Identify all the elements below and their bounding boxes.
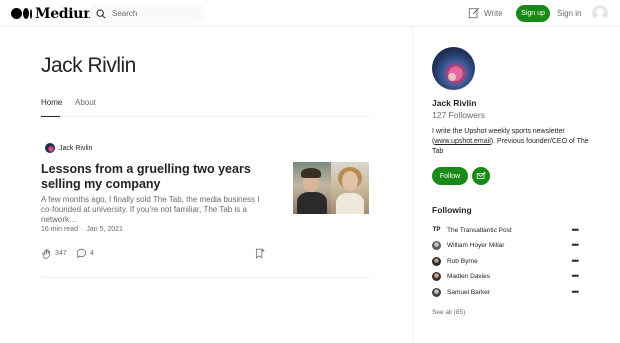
- bio-link[interactable]: www.upshot.email: [434, 138, 490, 145]
- user-avatar-icon[interactable]: [592, 5, 608, 21]
- post-thumbnail-right[interactable]: [331, 162, 369, 214]
- see-all-following-link[interactable]: See all (85): [432, 309, 465, 316]
- post-divider: [41, 277, 372, 278]
- sidebar-divider: [412, 27, 413, 343]
- page-title: Jack Rivlin: [41, 54, 136, 77]
- more-icon[interactable]: •••: [572, 257, 580, 266]
- more-icon[interactable]: •••: [572, 288, 580, 297]
- search-box[interactable]: [89, 4, 205, 23]
- response-count: 4: [90, 250, 94, 257]
- followers-count[interactable]: 127 Followers: [432, 110, 485, 120]
- more-icon[interactable]: •••: [572, 272, 580, 281]
- post-thumbnail-left[interactable]: [293, 162, 331, 214]
- subscribe-mail-icon: [476, 171, 486, 179]
- following-name: The Transatlantic Post: [447, 226, 512, 234]
- following-avatar: [432, 240, 441, 250]
- meta-separator: ·: [80, 226, 84, 233]
- search-input[interactable]: [112, 9, 202, 18]
- following-avatar: [432, 271, 441, 281]
- more-icon[interactable]: •••: [572, 226, 580, 235]
- following-avatar: TP: [432, 227, 441, 233]
- bookmark-icon: [255, 248, 265, 259]
- following-item[interactable]: Rob Byrne •••: [432, 256, 580, 266]
- author-avatar: [45, 143, 55, 153]
- following-name: William Hoyer Millar: [447, 241, 505, 249]
- tab-about[interactable]: About: [75, 98, 96, 107]
- following-avatar: [432, 287, 441, 297]
- active-tab-indicator: [41, 116, 60, 117]
- tab-home[interactable]: Home: [41, 98, 62, 107]
- following-name: Madlen Davies: [447, 272, 490, 280]
- following-item[interactable]: William Hoyer Millar •••: [432, 240, 580, 250]
- following-item[interactable]: Samuel Barker •••: [432, 287, 580, 297]
- post-title[interactable]: Lessons from a gruelling two years selli…: [41, 162, 281, 192]
- clap-icon: [42, 249, 51, 259]
- write-icon: [468, 7, 480, 19]
- more-icon[interactable]: •••: [572, 241, 580, 250]
- read-time: 16 min read: [41, 226, 78, 233]
- subscribe-button[interactable]: [472, 167, 490, 185]
- following-item[interactable]: TP The Transatlantic Post •••: [432, 225, 580, 235]
- medium-logo-icon: [11, 8, 32, 19]
- search-icon: [96, 9, 106, 19]
- write-button[interactable]: Write: [468, 7, 503, 19]
- profile-tabs: Home About: [41, 98, 372, 117]
- response-icon: [76, 248, 87, 259]
- sidebar-name[interactable]: Jack Rivlin: [432, 98, 476, 108]
- post-date: Jan 5, 2021: [86, 226, 123, 233]
- responses-button[interactable]: 4: [76, 248, 94, 259]
- following-name: Samuel Barker: [447, 288, 490, 296]
- post-excerpt[interactable]: A few months ago, I finally sold The Tab…: [41, 195, 269, 225]
- author-bio: I write the Upshot weekly sports newslet…: [432, 127, 597, 157]
- medium-logo[interactable]: Medium: [11, 5, 98, 22]
- following-avatar: [432, 256, 441, 266]
- post-actions: 347 4: [41, 248, 372, 262]
- sign-in-link[interactable]: Sign in: [557, 9, 581, 18]
- sign-up-button[interactable]: Sign up: [516, 5, 550, 22]
- following-item[interactable]: Madlen Davies •••: [432, 271, 580, 281]
- bookmark-button[interactable]: [254, 248, 268, 259]
- follow-button[interactable]: Follow: [432, 167, 468, 185]
- clap-button[interactable]: 347: [41, 248, 67, 259]
- write-label: Write: [484, 8, 503, 18]
- post-meta: 16 min read · Jan 5, 2021: [41, 226, 123, 233]
- post-author-name: Jack Rivlin: [59, 144, 93, 152]
- top-navigation-bar: Medium Write Sign up Sign in: [0, 0, 620, 27]
- post-author[interactable]: Jack Rivlin: [41, 143, 92, 153]
- following-heading: Following: [432, 205, 472, 215]
- following-name: Rob Byrne: [447, 257, 478, 265]
- clap-count: 347: [55, 250, 67, 257]
- profile-avatar[interactable]: [432, 47, 475, 90]
